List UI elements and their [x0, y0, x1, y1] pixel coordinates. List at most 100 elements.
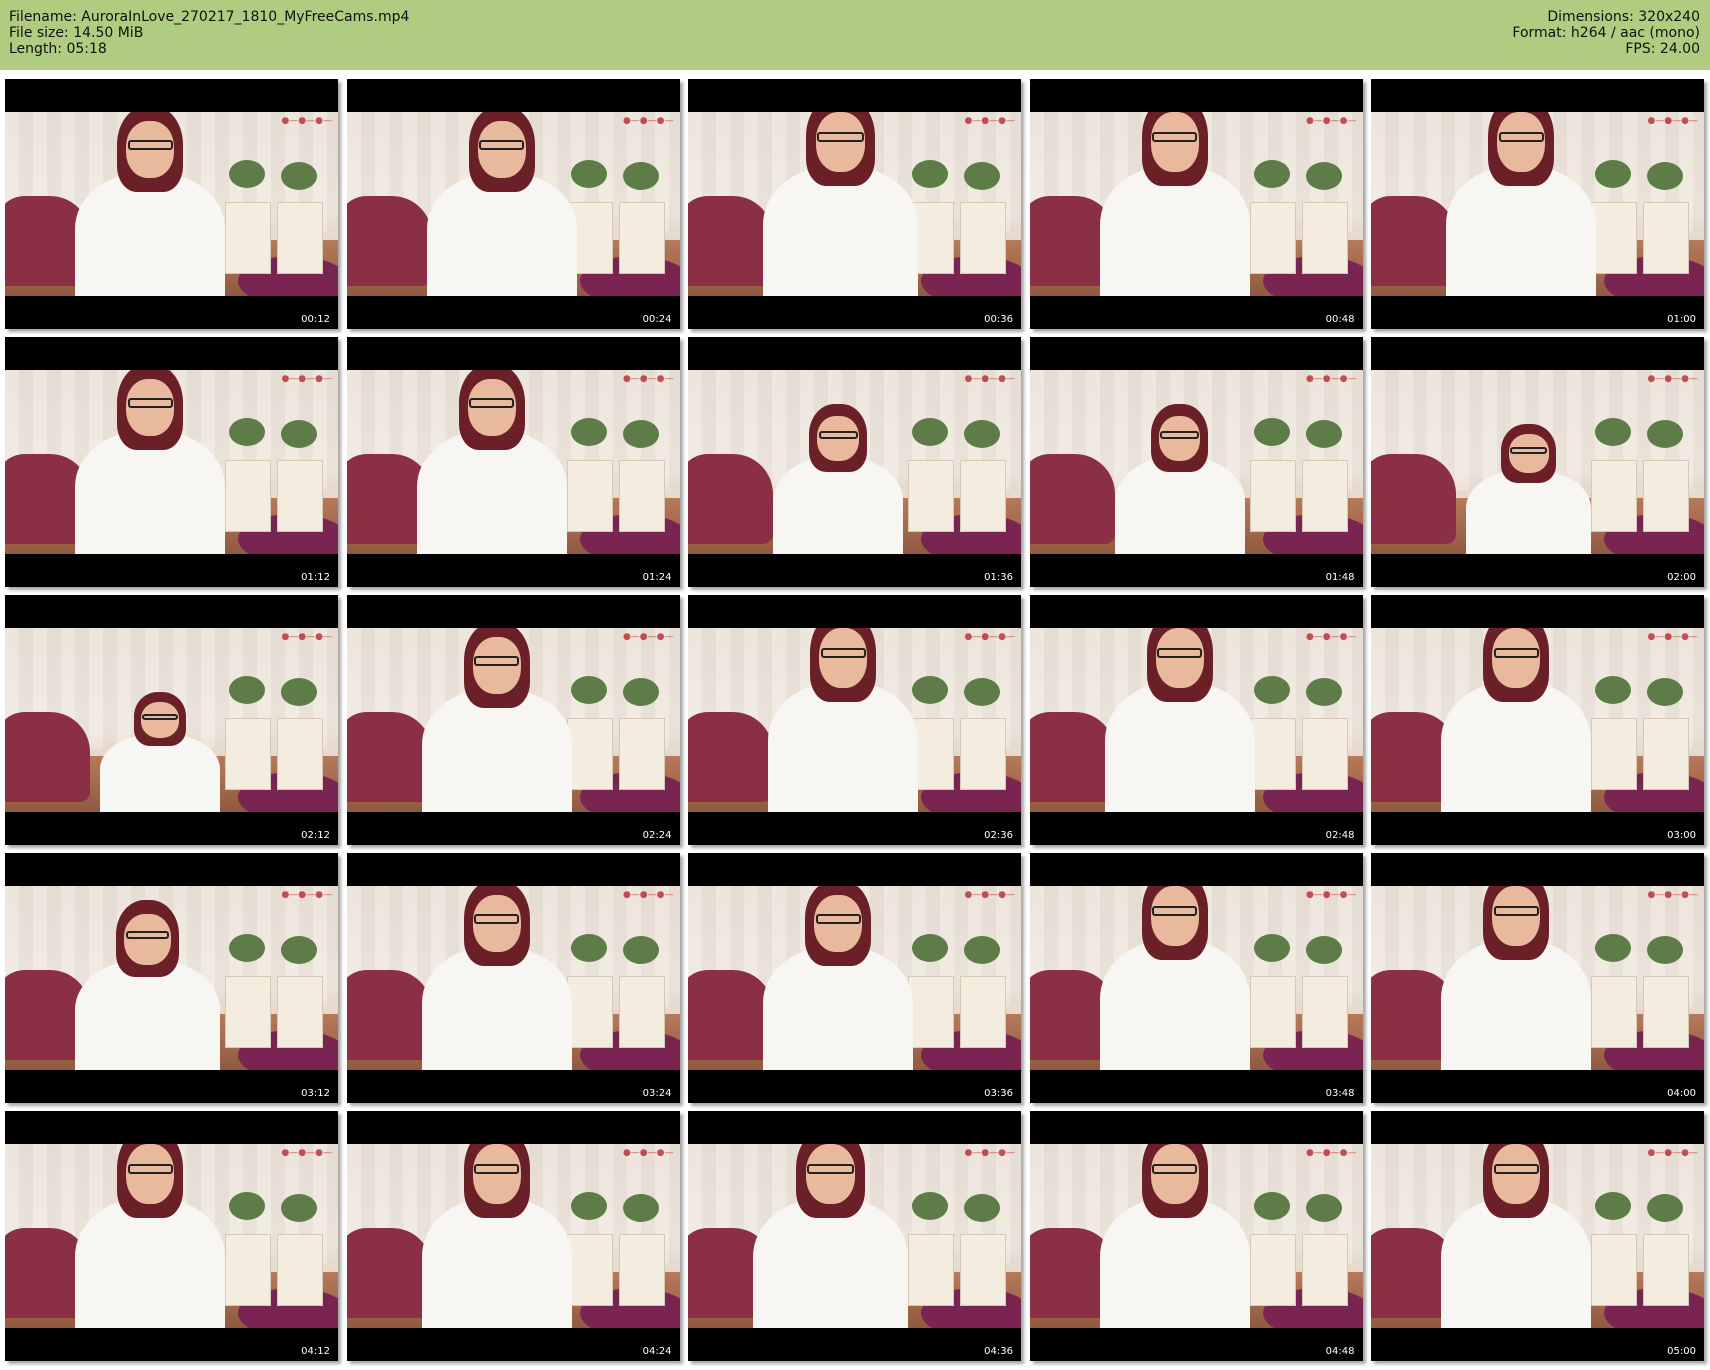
metadata-right: Dimensions: 320x240 Format: h264 / aac (…	[1512, 9, 1700, 57]
video-thumbnail: ●—●—●— 01:48	[1029, 337, 1363, 587]
video-thumbnail: ●—●—●— 04:12	[5, 1111, 338, 1361]
video-frame-image: ●—●—●—	[1371, 370, 1704, 554]
video-frame-image: ●—●—●—	[1371, 112, 1704, 296]
video-thumbnail: ●—●—●— 01:12	[5, 337, 338, 587]
watermark-logo: ●—●—●—	[622, 632, 674, 642]
video-frame-image: ●—●—●—	[1029, 370, 1363, 554]
thumbnail-timestamp: 00:48	[1325, 314, 1355, 325]
thumbnail-timestamp: 02:24	[642, 830, 672, 841]
watermark-logo: ●—●—●—	[281, 374, 332, 384]
watermark-logo: ●—●—●—	[281, 890, 332, 900]
thumbnail-timestamp: 01:24	[642, 572, 672, 583]
video-thumbnail: ●—●—●— 04:48	[1029, 1111, 1363, 1361]
video-thumbnail: ●—●—●— 05:00	[1371, 1111, 1704, 1361]
thumbnail-timestamp: 00:12	[301, 314, 330, 325]
video-thumbnail: ●—●—●— 03:36	[688, 853, 1021, 1103]
watermark-logo: ●—●—●—	[1305, 116, 1357, 126]
watermark-logo: ●—●—●—	[1305, 890, 1357, 900]
video-frame-image: ●—●—●—	[688, 112, 1021, 296]
video-thumbnail: ●—●—●— 00:24	[346, 79, 680, 329]
video-frame-image: ●—●—●—	[1371, 628, 1704, 812]
metadata-left: Filename: AuroraInLove_270217_1810_MyFre…	[9, 9, 409, 57]
watermark-logo: ●—●—●—	[1305, 374, 1357, 384]
video-thumbnail: ●—●—●— 03:24	[346, 853, 680, 1103]
video-frame-image: ●—●—●—	[1029, 1144, 1363, 1328]
video-frame-image: ●—●—●—	[1029, 628, 1363, 812]
thumbnail-timestamp: 01:12	[301, 572, 330, 583]
video-frame-image: ●—●—●—	[346, 1144, 680, 1328]
thumbnail-timestamp: 03:12	[301, 1088, 330, 1099]
watermark-logo: ●—●—●—	[622, 374, 674, 384]
thumbnail-timestamp: 03:48	[1325, 1088, 1355, 1099]
filename-text: Filename: AuroraInLove_270217_1810_MyFre…	[9, 9, 410, 25]
watermark-logo: ●—●—●—	[1647, 890, 1698, 900]
metadata-header: Filename: AuroraInLove_270217_1810_MyFre…	[0, 0, 1710, 70]
length-text: Length: 05:18	[9, 41, 107, 57]
watermark-logo: ●—●—●—	[1647, 116, 1698, 126]
watermark-logo: ●—●—●—	[1305, 632, 1357, 642]
video-frame-image: ●—●—●—	[688, 628, 1021, 812]
watermark-logo: ●—●—●—	[1647, 374, 1698, 384]
video-frame-image: ●—●—●—	[5, 370, 338, 554]
video-frame-image: ●—●—●—	[1371, 886, 1704, 1070]
video-thumbnail: ●—●—●— 02:36	[688, 595, 1021, 845]
thumbnail-timestamp: 00:36	[984, 314, 1013, 325]
video-frame-image: ●—●—●—	[346, 886, 680, 1070]
video-thumbnail: ●—●—●— 02:12	[5, 595, 338, 845]
video-thumbnail: ●—●—●— 03:48	[1029, 853, 1363, 1103]
video-thumbnail: ●—●—●— 03:00	[1371, 595, 1704, 845]
watermark-logo: ●—●—●—	[964, 890, 1015, 900]
watermark-logo: ●—●—●—	[964, 374, 1015, 384]
video-frame-image: ●—●—●—	[5, 1144, 338, 1328]
video-thumbnail: ●—●—●— 04:00	[1371, 853, 1704, 1103]
video-frame-image: ●—●—●—	[5, 886, 338, 1070]
video-frame-image: ●—●—●—	[688, 370, 1021, 554]
video-thumbnail: ●—●—●— 01:00	[1371, 79, 1704, 329]
thumbnail-timestamp: 01:48	[1325, 572, 1355, 583]
thumbnail-timestamp: 05:00	[1667, 1346, 1696, 1357]
watermark-logo: ●—●—●—	[964, 116, 1015, 126]
watermark-logo: ●—●—●—	[622, 116, 674, 126]
thumbnail-timestamp: 03:24	[642, 1088, 672, 1099]
thumbnail-timestamp: 04:48	[1325, 1346, 1355, 1357]
video-thumbnail: ●—●—●— 02:24	[346, 595, 680, 845]
video-frame-image: ●—●—●—	[1371, 1144, 1704, 1328]
fps-text: FPS: 24.00	[1625, 41, 1700, 57]
video-thumbnail: ●—●—●— 01:36	[688, 337, 1021, 587]
video-thumbnail: ●—●—●— 03:12	[5, 853, 338, 1103]
thumbnail-timestamp: 04:24	[642, 1346, 672, 1357]
thumbnail-timestamp: 04:00	[1667, 1088, 1696, 1099]
thumbnail-timestamp: 01:36	[984, 572, 1013, 583]
video-frame-image: ●—●—●—	[346, 628, 680, 812]
watermark-logo: ●—●—●—	[622, 890, 674, 900]
watermark-logo: ●—●—●—	[1647, 632, 1698, 642]
video-frame-image: ●—●—●—	[1029, 886, 1363, 1070]
video-frame-image: ●—●—●—	[346, 370, 680, 554]
video-frame-image: ●—●—●—	[1029, 112, 1363, 296]
watermark-logo: ●—●—●—	[281, 1148, 332, 1158]
thumbnail-timestamp: 03:36	[984, 1088, 1013, 1099]
video-thumbnail: ●—●—●— 04:24	[346, 1111, 680, 1361]
watermark-logo: ●—●—●—	[622, 1148, 674, 1158]
thumbnail-grid: ●—●—●— 00:12 ●—●—●— 00:24 ●—●—●— 00:36 ●—●—●— 0…	[5, 79, 1705, 1361]
watermark-logo: ●—●—●—	[281, 632, 332, 642]
video-frame-image: ●—●—●—	[5, 112, 338, 296]
video-thumbnail: ●—●—●— 01:24	[346, 337, 680, 587]
watermark-logo: ●—●—●—	[964, 632, 1015, 642]
watermark-logo: ●—●—●—	[1305, 1148, 1357, 1158]
thumbnail-timestamp: 02:36	[984, 830, 1013, 841]
thumbnail-timestamp: 00:24	[642, 314, 672, 325]
video-frame-image: ●—●—●—	[346, 112, 680, 296]
thumbnail-timestamp: 03:00	[1667, 830, 1696, 841]
video-thumbnail: ●—●—●— 02:48	[1029, 595, 1363, 845]
thumbnail-timestamp: 02:00	[1667, 572, 1696, 583]
video-thumbnail: ●—●—●— 00:12	[5, 79, 338, 329]
video-frame-image: ●—●—●—	[688, 886, 1021, 1070]
thumbnail-timestamp: 04:36	[984, 1346, 1013, 1357]
thumbnail-timestamp: 02:48	[1325, 830, 1355, 841]
video-thumbnail: ●—●—●— 00:48	[1029, 79, 1363, 329]
watermark-logo: ●—●—●—	[964, 1148, 1015, 1158]
video-thumbnail: ●—●—●— 02:00	[1371, 337, 1704, 587]
format-text: Format: h264 / aac (mono)	[1512, 25, 1700, 41]
file-size-text: File size: 14.50 MiB	[9, 25, 144, 41]
